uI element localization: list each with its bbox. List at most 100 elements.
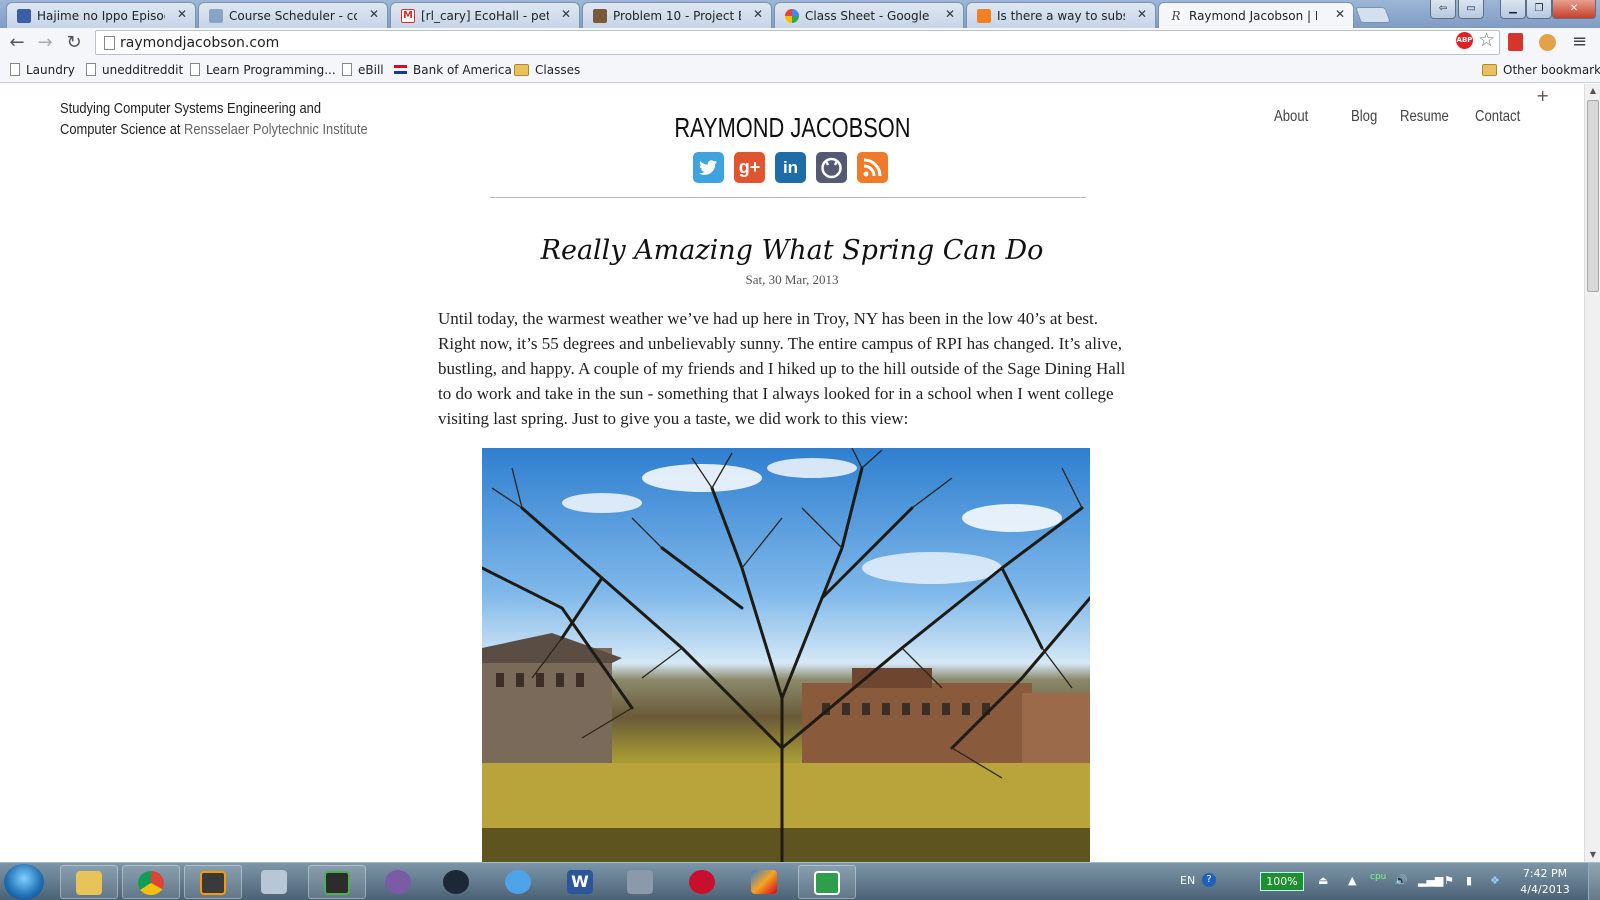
taskbar-pidgin[interactable] [370, 865, 428, 899]
tab-title: Course Scheduler - course [229, 9, 357, 23]
taskbar-paint[interactable] [736, 865, 794, 899]
bookmark-classes[interactable]: Classes [514, 63, 580, 77]
help-icon[interactable]: ? [1202, 873, 1216, 887]
close-icon[interactable]: ✕ [1335, 7, 1345, 21]
profile-back-icon[interactable]: ⇦ [1430, 0, 1456, 19]
nav-contact[interactable]: Contact [1475, 108, 1530, 126]
taskbar-calculator[interactable] [246, 865, 304, 899]
post-title[interactable]: Really Amazing What Spring Can Do [0, 235, 1584, 266]
bookmark-learn-programming[interactable]: Learn Programming... [190, 63, 336, 77]
bookmark-label: Other bookmarks [1503, 63, 1600, 77]
power-icon[interactable]: ▮ [1466, 874, 1472, 887]
github-icon[interactable] [816, 152, 847, 183]
reload-icon[interactable]: ↻ [63, 32, 85, 54]
nav-blog[interactable]: Blog [1351, 108, 1383, 126]
steam-icon [443, 870, 469, 894]
taskbar-network-monitor[interactable] [798, 865, 856, 899]
scrollbar-thumb[interactable] [1587, 100, 1599, 292]
action-center-flag-icon[interactable]: ⚑ [1444, 874, 1454, 887]
taskbar-terminal[interactable] [308, 865, 366, 899]
other-bookmarks[interactable]: Other bookmarks [1482, 63, 1600, 77]
rss-icon[interactable] [857, 152, 888, 183]
site-title[interactable]: RAYMOND JACOBSON [0, 112, 1584, 144]
show-desktop-button[interactable] [1588, 863, 1600, 900]
tab-gmail[interactable]: M [rl_cary] EcoHall - peterjk ✕ [390, 2, 580, 28]
campus-photo [482, 448, 1090, 862]
scroll-up-icon[interactable]: ▲ [1585, 84, 1600, 98]
taskbar-chrome[interactable] [122, 865, 180, 899]
linkedin-icon[interactable]: in [775, 152, 806, 183]
forward-arrow-icon[interactable]: → [34, 32, 56, 54]
nav-label: Contact [1475, 108, 1521, 125]
site-favicon-icon: R [1169, 9, 1183, 23]
chrome-menu-icon[interactable]: ≡ [1572, 31, 1587, 52]
volume-icon[interactable]: 🔊 [1394, 874, 1408, 887]
adblock-plus-icon[interactable]: ABP [1456, 32, 1473, 49]
restore-button[interactable]: ❐ [1526, 0, 1552, 19]
new-tab-button[interactable] [1355, 7, 1391, 23]
page-scrollbar[interactable]: ▲ ▼ [1584, 84, 1600, 862]
page-icon [86, 63, 96, 76]
usb-device-icon[interactable]: ⏏ [1318, 874, 1328, 887]
taskbar-silicon-labs[interactable] [674, 865, 732, 899]
bookmark-laundry[interactable]: Laundry [10, 63, 75, 77]
tab-course-scheduler[interactable]: Course Scheduler - course ✕ [198, 2, 388, 28]
extension-red-icon[interactable] [1508, 33, 1523, 51]
taskbar-sublime[interactable] [184, 865, 242, 899]
back-arrow-icon[interactable]: ← [6, 32, 28, 54]
windows-taskbar: W EN ? 100% ⏏ ▲ cpu 🔊 ▂▄▆ ⚑ ▮ ❖ 7:42 PM … [0, 862, 1600, 900]
address-bar[interactable]: raymondjacobson.com [95, 30, 1500, 55]
nav-about[interactable]: About [1274, 108, 1316, 126]
show-hidden-icons[interactable]: ▲ [1348, 874, 1356, 887]
system-clock[interactable]: 7:42 PM 4/4/2013 [1512, 866, 1578, 898]
bookmark-star-icon[interactable]: ☆ [1478, 29, 1495, 51]
close-icon[interactable]: ✕ [1137, 7, 1147, 21]
tab-title: Raymond Jacobson | Index [1189, 9, 1317, 23]
cpu-meter-icon[interactable]: cpu [1370, 872, 1386, 882]
scroll-down-icon[interactable]: ▼ [1585, 848, 1600, 862]
chrome-icon [138, 871, 164, 895]
euler-favicon-icon [593, 9, 607, 23]
taskbar-explorer[interactable] [60, 865, 118, 899]
tab-title: Problem 10 - Project Euler [613, 9, 741, 23]
tab-project-euler[interactable]: Problem 10 - Project Euler ✕ [582, 2, 772, 28]
cookie-extension-icon[interactable] [1539, 34, 1556, 51]
close-icon[interactable]: ✕ [945, 7, 955, 21]
language-indicator[interactable]: EN [1180, 874, 1195, 887]
close-icon[interactable]: ✕ [369, 7, 379, 21]
bookmark-ebill[interactable]: eBill [342, 63, 384, 77]
taskbar-itunes[interactable] [490, 865, 548, 899]
close-icon[interactable]: ✕ [177, 7, 187, 21]
sublime-text-icon [200, 871, 226, 895]
clock-date: 4/4/2013 [1520, 883, 1570, 896]
anime-favicon-icon [17, 9, 31, 23]
tab-raymond-jacobson[interactable]: R Raymond Jacobson | Index ✕ [1158, 2, 1354, 29]
taskbar-word[interactable]: W [552, 865, 610, 899]
close-window-button[interactable]: ✕ [1552, 0, 1596, 19]
nav-resume[interactable]: Resume [1400, 108, 1460, 126]
taskbar-printer[interactable] [612, 865, 670, 899]
network-signal-icon[interactable]: ▂▄▆ [1418, 874, 1443, 887]
plus-icon[interactable]: + [1536, 86, 1549, 105]
dropbox-icon[interactable]: ❖ [1490, 874, 1500, 887]
bookmark-bank-of-america[interactable]: Bank of America [394, 63, 512, 77]
bookmark-unedditreddit[interactable]: unedditreddit [86, 63, 183, 77]
restore-tab-icon[interactable]: ▭ [1458, 0, 1484, 19]
bookmark-label: Laundry [26, 63, 75, 77]
post-body: Until today, the warmest weather we’ve h… [438, 309, 1126, 428]
tab-title: Class Sheet - Google Apps [805, 9, 933, 23]
bank-of-america-icon [394, 65, 407, 74]
nav-label: Blog [1351, 108, 1378, 125]
minimize-button[interactable]: ▁ [1500, 0, 1526, 19]
close-icon[interactable]: ✕ [753, 7, 763, 21]
start-button[interactable] [4, 864, 44, 900]
tab-class-sheet[interactable]: Class Sheet - Google Apps ✕ [774, 2, 964, 28]
close-icon[interactable]: ✕ [561, 7, 571, 21]
google-plus-icon[interactable]: g+ [734, 152, 765, 183]
taskbar-steam[interactable] [428, 865, 486, 899]
tab-hajime[interactable]: Hajime no Ippo Episode 1 ✕ [6, 2, 196, 28]
bookmark-label: Bank of America [413, 63, 512, 77]
tab-stackoverflow[interactable]: Is there a way to substring ✕ [966, 2, 1156, 28]
battery-meter[interactable]: 100% [1260, 872, 1304, 891]
twitter-icon[interactable] [693, 152, 724, 183]
